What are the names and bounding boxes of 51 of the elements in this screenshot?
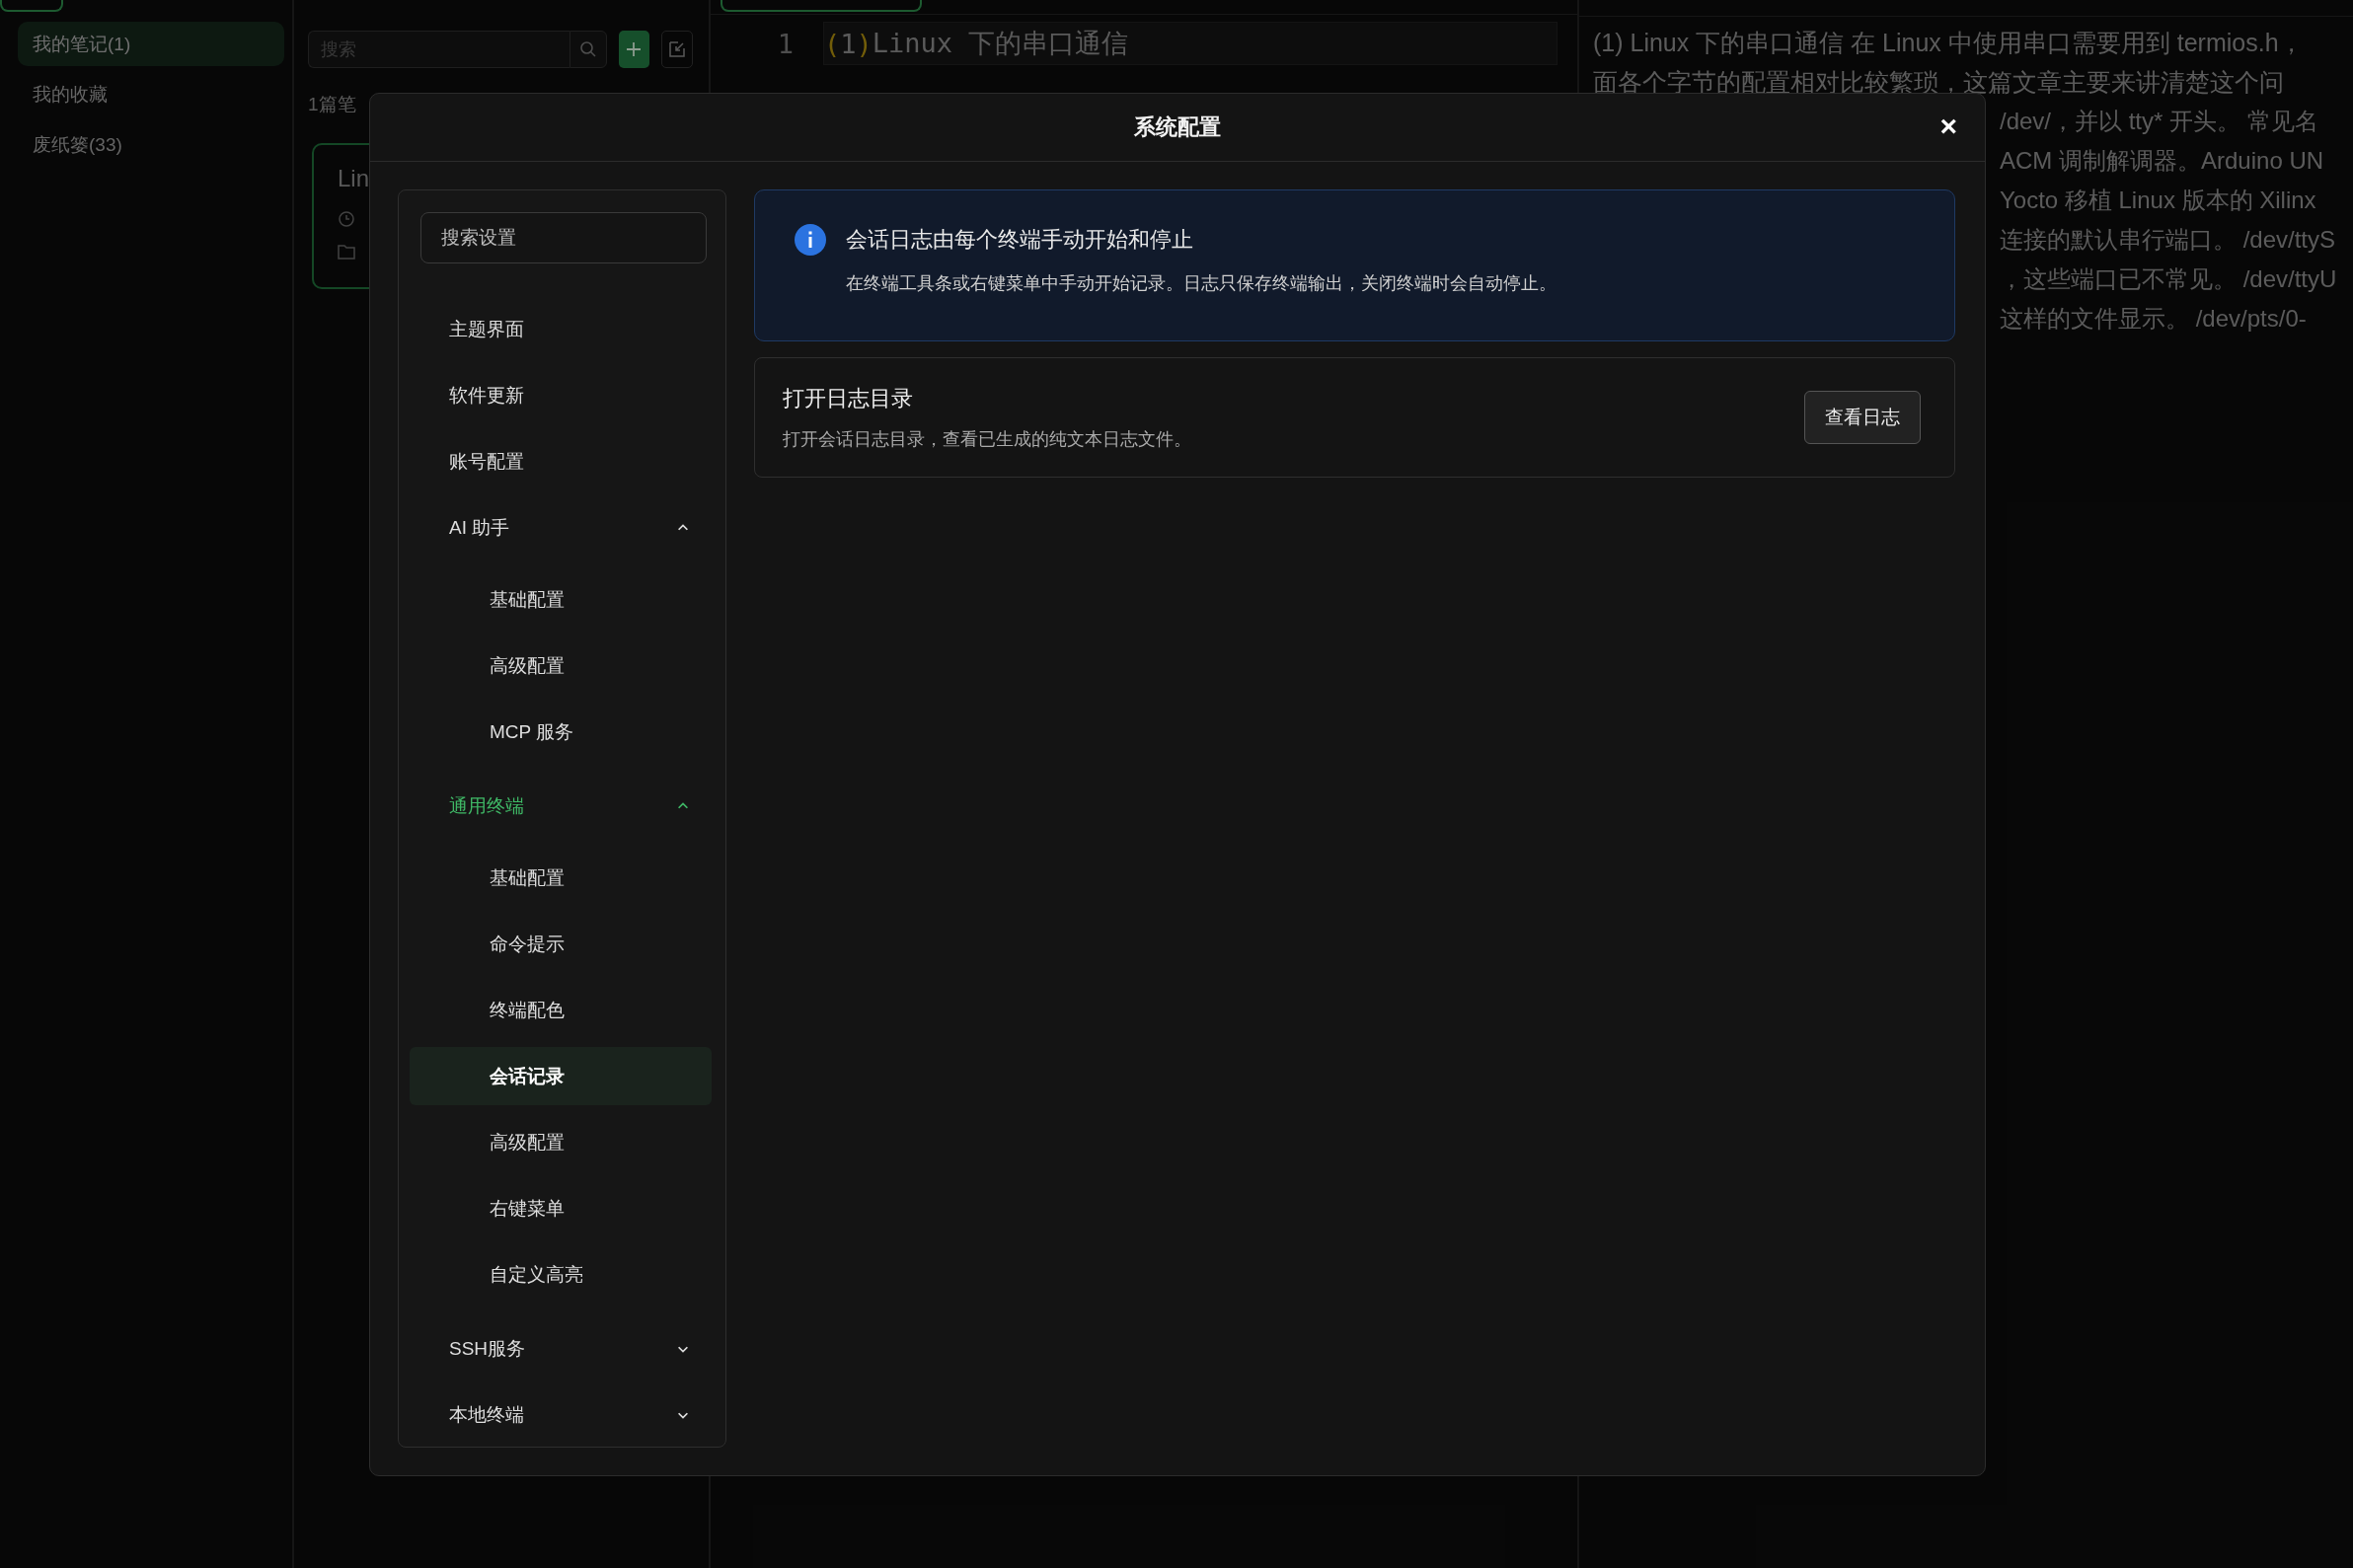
plus-icon — [625, 40, 644, 58]
line-number: 1 — [776, 28, 795, 59]
settings-menu-item[interactable]: SSH服务 — [410, 1319, 712, 1378]
sidebar-item[interactable]: 我的笔记(1) — [18, 22, 284, 66]
settings-menu-item[interactable]: 软件更新 — [410, 366, 712, 424]
preview-text: Yocto 移植 Linux 版本的 Xilinx — [2000, 186, 2316, 215]
settings-menu-item[interactable]: 基础配置 — [410, 849, 712, 907]
settings-menu-item[interactable]: 自定义高亮 — [410, 1245, 712, 1304]
settings-menu-item[interactable]: 高级配置 — [410, 1113, 712, 1171]
notice-title: 会话日志由每个终端手动开始和停止 — [846, 226, 1194, 254]
edit-icon — [668, 40, 687, 58]
code-text: ( — [824, 28, 841, 59]
preview-text: 连接的默认串行端口。 /dev/ttyS — [2000, 225, 2336, 255]
settings-menu-item[interactable]: 会话记录 — [410, 1047, 712, 1105]
preview-text: (1) Linux 下的串口通信 在 Linux 中使用串口需要用到 termios.h， — [1593, 28, 2305, 58]
info-icon — [795, 224, 826, 256]
search-button[interactable] — [569, 31, 607, 68]
settings-menu-item[interactable]: 终端配色 — [410, 981, 712, 1039]
close-button[interactable]: × — [1936, 112, 1961, 141]
new-note-button[interactable] — [661, 31, 693, 68]
view-log-button[interactable]: 查看日志 — [1804, 391, 1921, 444]
settings-menu-item[interactable]: 通用终端 — [410, 777, 712, 835]
dialog-title: 系统配置 — [1134, 113, 1221, 141]
folder-icon — [338, 244, 355, 260]
settings-menu-item[interactable]: AI 助手 — [410, 498, 712, 557]
preview-text: /dev/，并以 tty* 开头。 常见名 — [2000, 107, 2318, 136]
settings-menu-item[interactable]: MCP 服务 — [410, 703, 712, 761]
code-text: Linux 下的串口通信 — [872, 27, 1129, 60]
search-icon — [578, 40, 597, 58]
preview-text: ACM 调制解调器。Arduino UN — [2000, 146, 2324, 176]
toolbar-button[interactable] — [0, 0, 63, 12]
clock-icon — [338, 210, 355, 228]
settings-menu-item[interactable]: 主题界面 — [410, 300, 712, 358]
preview-text: ，这些端口已不常见。 /dev/ttyU — [2000, 264, 2337, 294]
preview-text: 这样的文件显示。 /dev/pts/0- — [2000, 304, 2307, 334]
settings-menu-item[interactable]: 命令提示 — [410, 915, 712, 973]
settings-menu-item[interactable]: 账号配置 — [410, 432, 712, 490]
settings-menu-item[interactable]: 高级配置 — [410, 636, 712, 695]
note-count: 1篇笔 — [308, 93, 357, 116]
code-text: 1 — [840, 28, 857, 59]
toolbar-button[interactable] — [721, 0, 922, 12]
add-button[interactable] — [618, 31, 650, 68]
settings-menu-item[interactable]: 右键菜单 — [410, 1179, 712, 1237]
settings-menu-item[interactable]: 基础配置 — [410, 570, 712, 629]
settings-menu-item[interactable]: 本地终端 — [410, 1385, 712, 1444]
setting-title: 打开日志目录 — [783, 385, 914, 412]
note-title: Lin — [338, 165, 371, 192]
notice-text: 在终端工具条或右键菜单中手动开始记录。日志只保存终端输出，关闭终端时会自动停止。 — [846, 272, 1556, 295]
setting-description: 打开会话日志目录，查看已生成的纯文本日志文件。 — [783, 428, 1191, 451]
search-field[interactable]: 搜索设置 — [420, 212, 707, 263]
code-text: ) — [856, 28, 873, 59]
